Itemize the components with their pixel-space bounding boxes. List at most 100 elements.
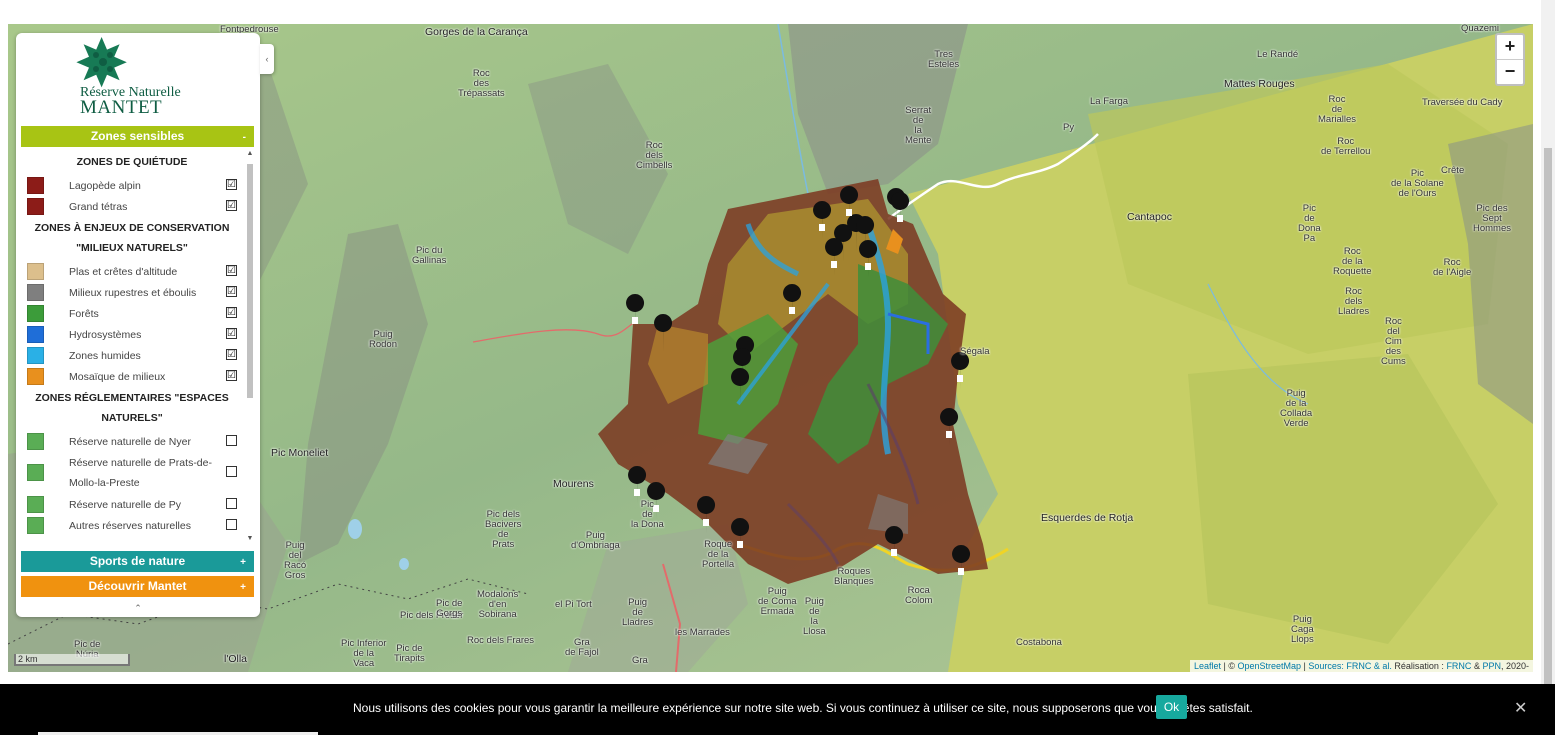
cookie-banner: Nous utilisons des cookies pour vous gar…: [0, 684, 1555, 735]
group-title: ZONES RÉGLEMENTAIRES "ESPACES NATURELS": [35, 392, 229, 424]
group-title: ZONES DE QUIÉTUDE: [76, 156, 188, 168]
color-swatch: [27, 263, 44, 280]
place-label: Roc de Terrellou: [1321, 136, 1371, 157]
layer-checkbox[interactable]: ☑: [226, 328, 237, 339]
legend-item[interactable]: Réserve naturelle de Prats-de-Mollo-la-P…: [21, 451, 243, 493]
place-label: Puig Caga Llops: [1291, 614, 1314, 645]
place-label: Cantapoc: [1127, 211, 1172, 223]
legend-label: Autres réserves naturelles: [69, 520, 191, 532]
frnc-link[interactable]: FRNC: [1446, 661, 1471, 671]
place-label: Mattes Rouges: [1224, 78, 1295, 90]
place-label: Gorges de la Carança: [425, 26, 528, 38]
expand-toggle-icon[interactable]: +: [240, 552, 246, 573]
legend-label: Réserve naturelle de Prats-de-Mollo-la-P…: [69, 457, 212, 489]
place-label: Pic de la Solane de l'Ours: [1391, 168, 1444, 199]
page-scrollbar[interactable]: [1541, 0, 1555, 735]
layers-panel: Réserve Naturelle MANTET Zones sensibles…: [16, 33, 260, 617]
place-label: Costabona: [1016, 637, 1062, 648]
zoom-out-button[interactable]: −: [1497, 60, 1523, 84]
legend-item[interactable]: Grand tétras ☑: [21, 195, 243, 216]
layer-checkbox[interactable]: ☑: [226, 349, 237, 360]
place-label: Pic Inferior de la Vaca: [341, 638, 387, 669]
place-label: Roc de Marialles: [1318, 94, 1357, 125]
scale-bar: 2 km: [14, 654, 130, 666]
cookie-ok-button[interactable]: Ok: [1156, 695, 1187, 719]
legend-item[interactable]: Lagopède alpin ☑: [21, 174, 243, 195]
attrib-text: Réalisation :: [1391, 661, 1447, 671]
legend-item[interactable]: Autres réserves naturelles: [21, 514, 243, 535]
layer-checkbox[interactable]: ☑: [226, 286, 237, 297]
zoom-control: + −: [1495, 33, 1525, 86]
expand-toggle-icon[interactable]: +: [240, 577, 246, 598]
category-sports-de-nature[interactable]: Sports de nature +: [21, 551, 254, 572]
place-label: Roc de la Roquette: [1333, 246, 1372, 277]
category-decouvrir-mantet[interactable]: Découvrir Mantet +: [21, 576, 254, 597]
ppn-link[interactable]: PPN: [1482, 661, 1501, 671]
legend-scrollbar[interactable]: ▲ ▼: [245, 150, 255, 542]
place-label: Pic de Gorgs: [436, 598, 463, 619]
place-label: Pic du Gallinas: [412, 245, 447, 266]
layer-checkbox[interactable]: ☑: [226, 265, 237, 276]
page-scroll-thumb[interactable]: [1544, 148, 1552, 708]
legend-label: Hydrosystèmes: [69, 329, 142, 341]
place-label: les Marrades: [675, 627, 730, 638]
color-swatch: [27, 198, 44, 215]
place-label: Py: [1063, 122, 1075, 133]
legend-item[interactable]: Mosaïque de milieux ☑: [21, 365, 243, 386]
legend-label: Zones humides: [69, 350, 141, 362]
layer-checkbox[interactable]: ☑: [226, 370, 237, 381]
place-label: Roc des Trépassats: [458, 68, 505, 99]
leaflet-link[interactable]: Leaflet: [1194, 661, 1221, 671]
legend-label: Lagopède alpin: [69, 180, 141, 192]
legend-item[interactable]: Milieux rupestres et éboulis ☑: [21, 281, 243, 302]
place-label: Puig Rodon: [369, 329, 397, 350]
legend-item[interactable]: Plas et crêtes d'altitude ☑: [21, 260, 243, 281]
color-swatch: [27, 177, 44, 194]
place-label: el Pi Tort: [555, 599, 592, 610]
place-label: Pic de Dona Pa: [1298, 203, 1321, 244]
place-label: Crête: [1441, 165, 1465, 176]
color-swatch: [27, 496, 44, 513]
place-label: Puig de Coma Ermada: [758, 586, 797, 617]
legend-label: Réserve naturelle de Py: [69, 499, 182, 511]
logo-title: MANTET: [80, 97, 163, 118]
place-label: Puig del Racó Gros: [284, 540, 307, 581]
scroll-down-icon[interactable]: ▼: [245, 535, 255, 542]
place-label: Roc de l'Aigle: [1433, 257, 1472, 278]
place-label: Roca Colom: [905, 585, 933, 606]
layer-checkbox[interactable]: [226, 466, 237, 477]
legend-item[interactable]: Hydrosystèmes ☑: [21, 323, 243, 344]
place-label: Quazemi: [1461, 24, 1500, 34]
legend-label: Milieux rupestres et éboulis: [69, 287, 197, 299]
color-swatch: [27, 433, 44, 450]
sources-link[interactable]: Sources: FRNC & al.: [1308, 661, 1392, 671]
legend-label: Plas et crêtes d'altitude: [69, 266, 178, 278]
place-label: Roc del Cim des Cums: [1381, 316, 1406, 367]
layer-checkbox[interactable]: ☑: [226, 307, 237, 318]
panel-collapse-icon[interactable]: ⌃: [16, 603, 260, 614]
scroll-up-icon[interactable]: ▲: [245, 150, 255, 157]
legend-item[interactable]: Réserve naturelle de Nyer: [21, 430, 243, 451]
zoom-in-button[interactable]: +: [1497, 35, 1523, 60]
layer-checkbox[interactable]: [226, 519, 237, 530]
category-zones-sensibles[interactable]: Zones sensibles -: [21, 126, 254, 147]
legend-item[interactable]: Zones humides ☑: [21, 344, 243, 365]
layer-checkbox[interactable]: ☑: [226, 179, 237, 190]
layer-checkbox[interactable]: [226, 435, 237, 446]
legend-item[interactable]: Forêts ☑: [21, 302, 243, 323]
layer-checkbox[interactable]: [226, 498, 237, 509]
place-label: Roc dels Frares: [467, 635, 535, 646]
place-label: Pic Moneliet: [271, 447, 329, 459]
scroll-thumb[interactable]: [247, 164, 253, 398]
legend-label: Réserve naturelle de Nyer: [69, 436, 191, 448]
legend-item[interactable]: Réserve naturelle de Py: [21, 493, 243, 514]
place-label: Gra de Fajol: [565, 637, 599, 658]
osm-link[interactable]: OpenStreetMap: [1237, 661, 1301, 671]
panel-collapse-button[interactable]: ‹: [260, 44, 274, 74]
layer-checkbox[interactable]: ☑: [226, 200, 237, 211]
place-label: Roques Blanques: [834, 566, 874, 587]
place-label: Le Randé: [1257, 49, 1299, 60]
close-icon[interactable]: ✕: [1514, 698, 1527, 718]
collapse-toggle-icon[interactable]: -: [243, 127, 246, 148]
color-swatch: [27, 464, 44, 481]
